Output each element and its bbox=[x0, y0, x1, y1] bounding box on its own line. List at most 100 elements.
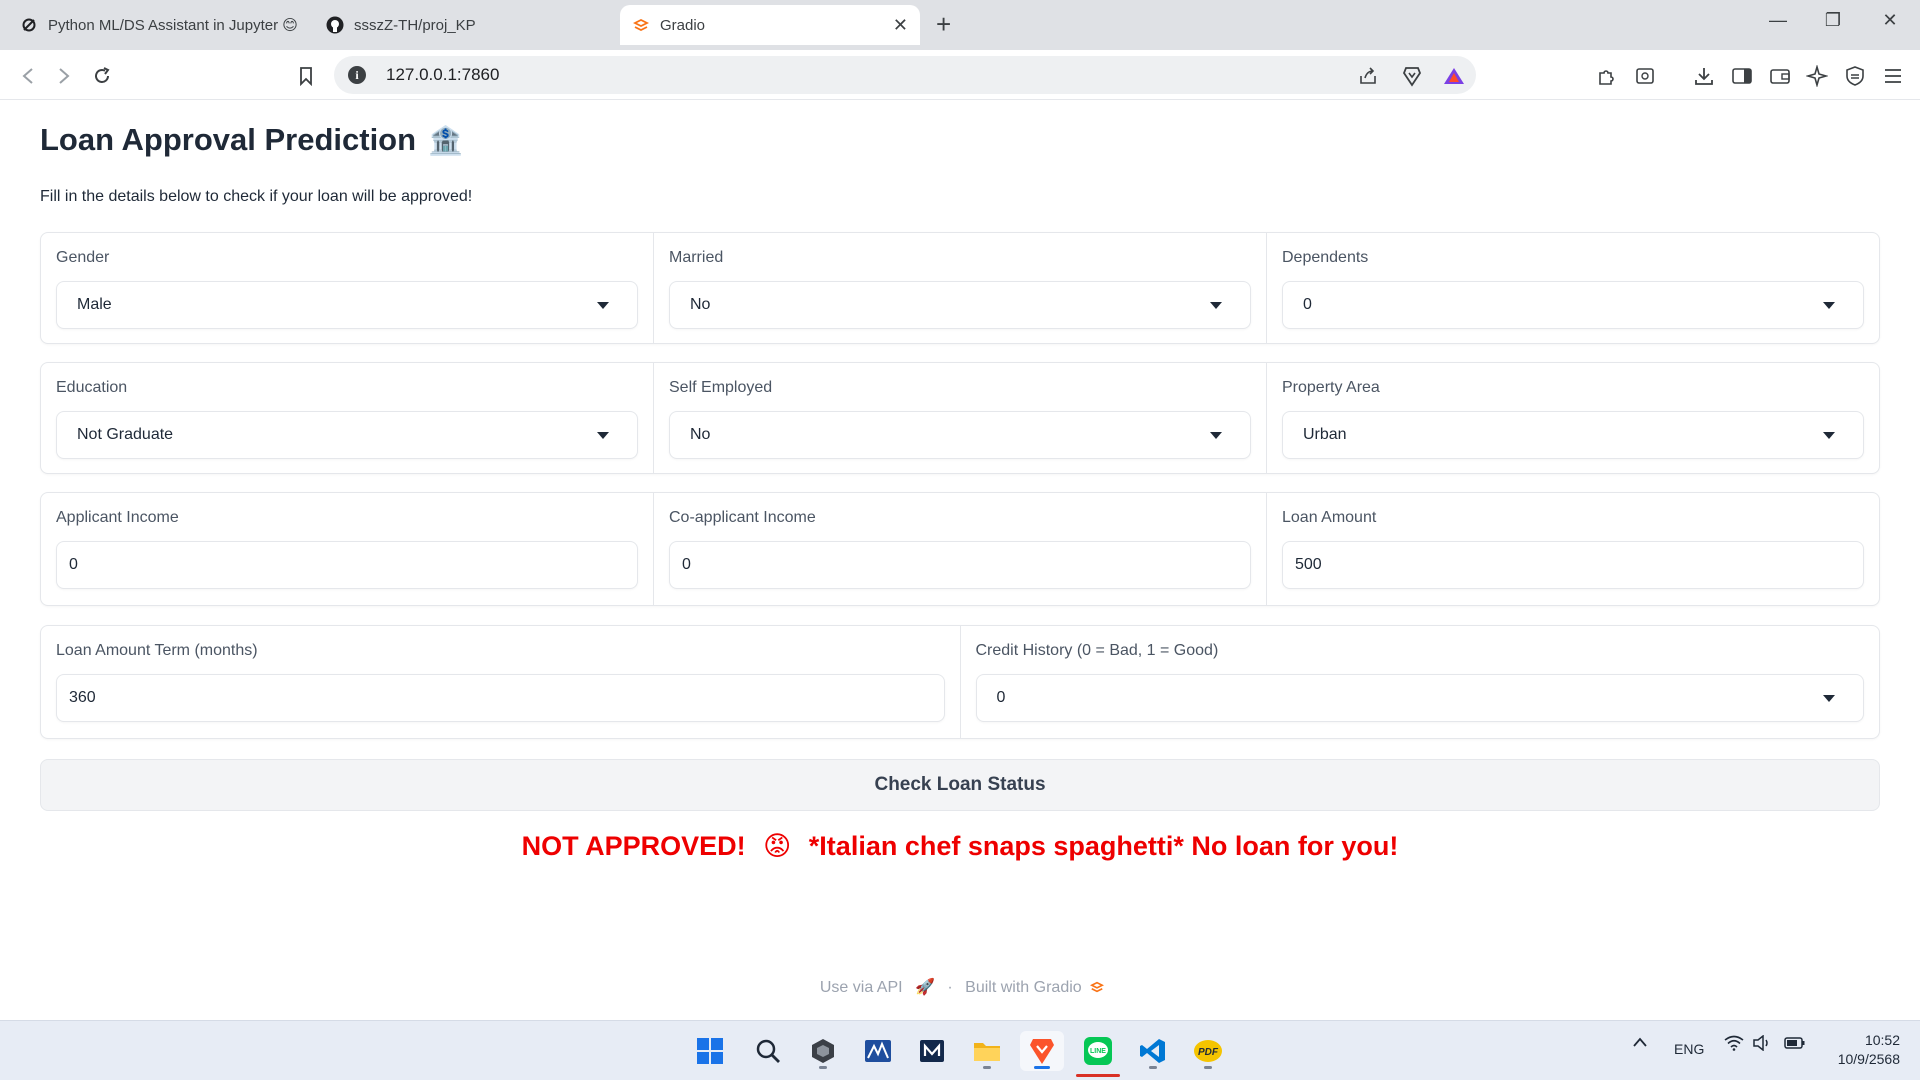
dependents-value: 0 bbox=[1303, 296, 1312, 313]
loan-term-input[interactable]: 360 bbox=[56, 674, 945, 722]
rocket-icon: 🚀 bbox=[915, 979, 935, 996]
gradio-app: Loan Approval Prediction 🏦 Fill in the d… bbox=[0, 101, 1920, 1019]
wallet-icon[interactable] bbox=[1767, 63, 1793, 89]
vpn-icon[interactable] bbox=[1842, 63, 1868, 89]
new-tab-button[interactable]: + bbox=[936, 11, 951, 37]
address-bar[interactable]: i 127.0.0.1:7860 bbox=[334, 56, 1476, 94]
taskbar-app-line[interactable]: LINE bbox=[1076, 1031, 1120, 1077]
applicant-income-block: Applicant Income 0 bbox=[41, 493, 654, 605]
taskbar-app-pdf[interactable]: PDF bbox=[1186, 1031, 1230, 1071]
education-dropdown[interactable]: Not Graduate bbox=[56, 411, 638, 459]
brave-rewards-icon[interactable] bbox=[1442, 64, 1466, 88]
dependents-dropdown[interactable]: 0 bbox=[1282, 281, 1864, 329]
taskbar-app-brave[interactable] bbox=[1020, 1031, 1064, 1071]
use-via-api-link[interactable]: Use via API 🚀 bbox=[816, 979, 939, 996]
input-language[interactable]: ENG bbox=[1674, 1041, 1704, 1057]
back-icon[interactable] bbox=[14, 62, 42, 90]
dependents-label: Dependents bbox=[1282, 249, 1369, 266]
vscode-icon bbox=[1140, 1039, 1165, 1063]
chart-app-icon bbox=[865, 1040, 891, 1062]
credit-history-block: Credit History (0 = Bad, 1 = Good) 0 bbox=[961, 626, 1880, 738]
married-value: No bbox=[690, 296, 711, 313]
start-button[interactable] bbox=[688, 1031, 732, 1071]
gradio-logo-icon bbox=[1090, 981, 1105, 993]
loan-term-block: Loan Amount Term (months) 360 bbox=[41, 626, 961, 738]
property-area-dropdown[interactable]: Urban bbox=[1282, 411, 1864, 459]
site-info-icon[interactable]: i bbox=[348, 66, 366, 84]
close-tab-icon[interactable]: ✕ bbox=[893, 15, 908, 36]
coapplicant-income-value: 0 bbox=[682, 556, 691, 573]
folder-icon bbox=[974, 1043, 1000, 1061]
battery-icon[interactable] bbox=[1784, 1035, 1806, 1054]
forward-icon[interactable] bbox=[50, 62, 78, 90]
reload-icon[interactable] bbox=[88, 62, 116, 90]
leo-ai-icon[interactable] bbox=[1804, 63, 1830, 89]
cube-icon bbox=[812, 1039, 834, 1063]
svg-text:PDF: PDF bbox=[1198, 1047, 1219, 1058]
chevron-down-icon bbox=[1823, 302, 1835, 309]
menu-icon[interactable] bbox=[1880, 63, 1906, 89]
brave-shields-icon[interactable] bbox=[1400, 64, 1424, 88]
tray-expand-icon[interactable] bbox=[1632, 1035, 1648, 1051]
credit-history-dropdown[interactable]: 0 bbox=[975, 674, 1864, 722]
clock-date: 10/9/2568 bbox=[1837, 1051, 1900, 1067]
taskbar-app-vscode[interactable] bbox=[1131, 1031, 1175, 1071]
married-dropdown[interactable]: No bbox=[669, 281, 1251, 329]
browser-tab-strip: Python ML/DS Assistant in Jupyter 😊 sssz… bbox=[0, 0, 1920, 50]
wifi-icon[interactable] bbox=[1724, 1035, 1744, 1054]
share-icon[interactable] bbox=[1356, 64, 1380, 88]
bookmark-icon[interactable] bbox=[292, 62, 320, 90]
reader-mode-icon[interactable] bbox=[1632, 63, 1658, 89]
self-employed-value: No bbox=[690, 426, 711, 443]
gender-dropdown[interactable]: Male bbox=[56, 281, 638, 329]
window-close-icon[interactable]: ✕ bbox=[1870, 10, 1910, 31]
footer: Use via API 🚀 · Built with Gradio bbox=[0, 977, 1920, 997]
search-icon bbox=[756, 1039, 780, 1063]
self-employed-block: Self Employed No bbox=[654, 363, 1267, 473]
taskbar-search-button[interactable] bbox=[746, 1031, 790, 1071]
self-employed-label: Self Employed bbox=[669, 379, 773, 396]
sidebar-icon[interactable] bbox=[1729, 63, 1755, 89]
result-message: *Italian chef snaps spaghetti* No loan f… bbox=[808, 831, 1399, 861]
chevron-down-icon bbox=[1823, 432, 1835, 439]
chevron-down-icon bbox=[1210, 432, 1222, 439]
loan-term-label: Loan Amount Term (months) bbox=[56, 642, 258, 659]
download-icon[interactable] bbox=[1691, 63, 1717, 89]
loan-amount-input[interactable]: 500 bbox=[1282, 541, 1864, 589]
footer-separator: · bbox=[947, 979, 953, 996]
married-label: Married bbox=[669, 249, 724, 266]
prediction-result: NOT APPROVED! 😡 *Italian chef snaps spag… bbox=[0, 831, 1920, 862]
extensions-icon[interactable] bbox=[1594, 63, 1620, 89]
browser-toolbar: i 127.0.0.1:7860 bbox=[0, 50, 1920, 100]
tab-jupyter[interactable]: Python ML/DS Assistant in Jupyter 😊 bbox=[8, 5, 314, 45]
built-with-gradio-link[interactable]: Built with Gradio bbox=[961, 979, 1105, 996]
education-label: Education bbox=[56, 379, 128, 396]
taskbar-app-notion[interactable] bbox=[910, 1031, 954, 1071]
taskbar-app-unity[interactable] bbox=[801, 1031, 845, 1071]
education-block: Education Not Graduate bbox=[41, 363, 654, 473]
taskbar-clock[interactable]: 10:52 10/9/2568 bbox=[1838, 1031, 1900, 1069]
angry-face-icon: 😡 bbox=[763, 831, 792, 861]
applicant-income-input[interactable]: 0 bbox=[56, 541, 638, 589]
married-block: Married No bbox=[654, 233, 1267, 343]
taskbar-app-file-explorer[interactable] bbox=[965, 1031, 1009, 1071]
windows-taskbar: LINE PDF ENG 10:52 10/9/2568 bbox=[0, 1020, 1920, 1080]
form-row-3: Applicant Income 0 Co-applicant Income 0… bbox=[40, 492, 1880, 606]
coapplicant-income-input[interactable]: 0 bbox=[669, 541, 1251, 589]
loan-amount-value: 500 bbox=[1295, 556, 1322, 573]
self-employed-dropdown[interactable]: No bbox=[669, 411, 1251, 459]
svg-text:LINE: LINE bbox=[1090, 1048, 1106, 1055]
property-area-block: Property Area Urban bbox=[1267, 363, 1879, 473]
form-row-4: Loan Amount Term (months) 360 Credit His… bbox=[40, 625, 1880, 739]
chevron-down-icon bbox=[1823, 695, 1835, 702]
gender-block: Gender Male bbox=[41, 233, 654, 343]
taskbar-app-mathworks[interactable] bbox=[856, 1031, 900, 1071]
tab-gradio[interactable]: Gradio ✕ bbox=[620, 5, 920, 45]
restore-icon[interactable]: ❐ bbox=[1813, 10, 1853, 31]
tab-github[interactable]: ssszZ-TH/proj_KP bbox=[314, 5, 614, 45]
pdf-icon: PDF bbox=[1194, 1040, 1222, 1062]
volume-icon[interactable] bbox=[1752, 1034, 1772, 1054]
minimize-icon[interactable]: — bbox=[1758, 10, 1798, 31]
url-text: 127.0.0.1:7860 bbox=[386, 65, 500, 84]
check-loan-status-button[interactable]: Check Loan Status bbox=[40, 759, 1880, 811]
